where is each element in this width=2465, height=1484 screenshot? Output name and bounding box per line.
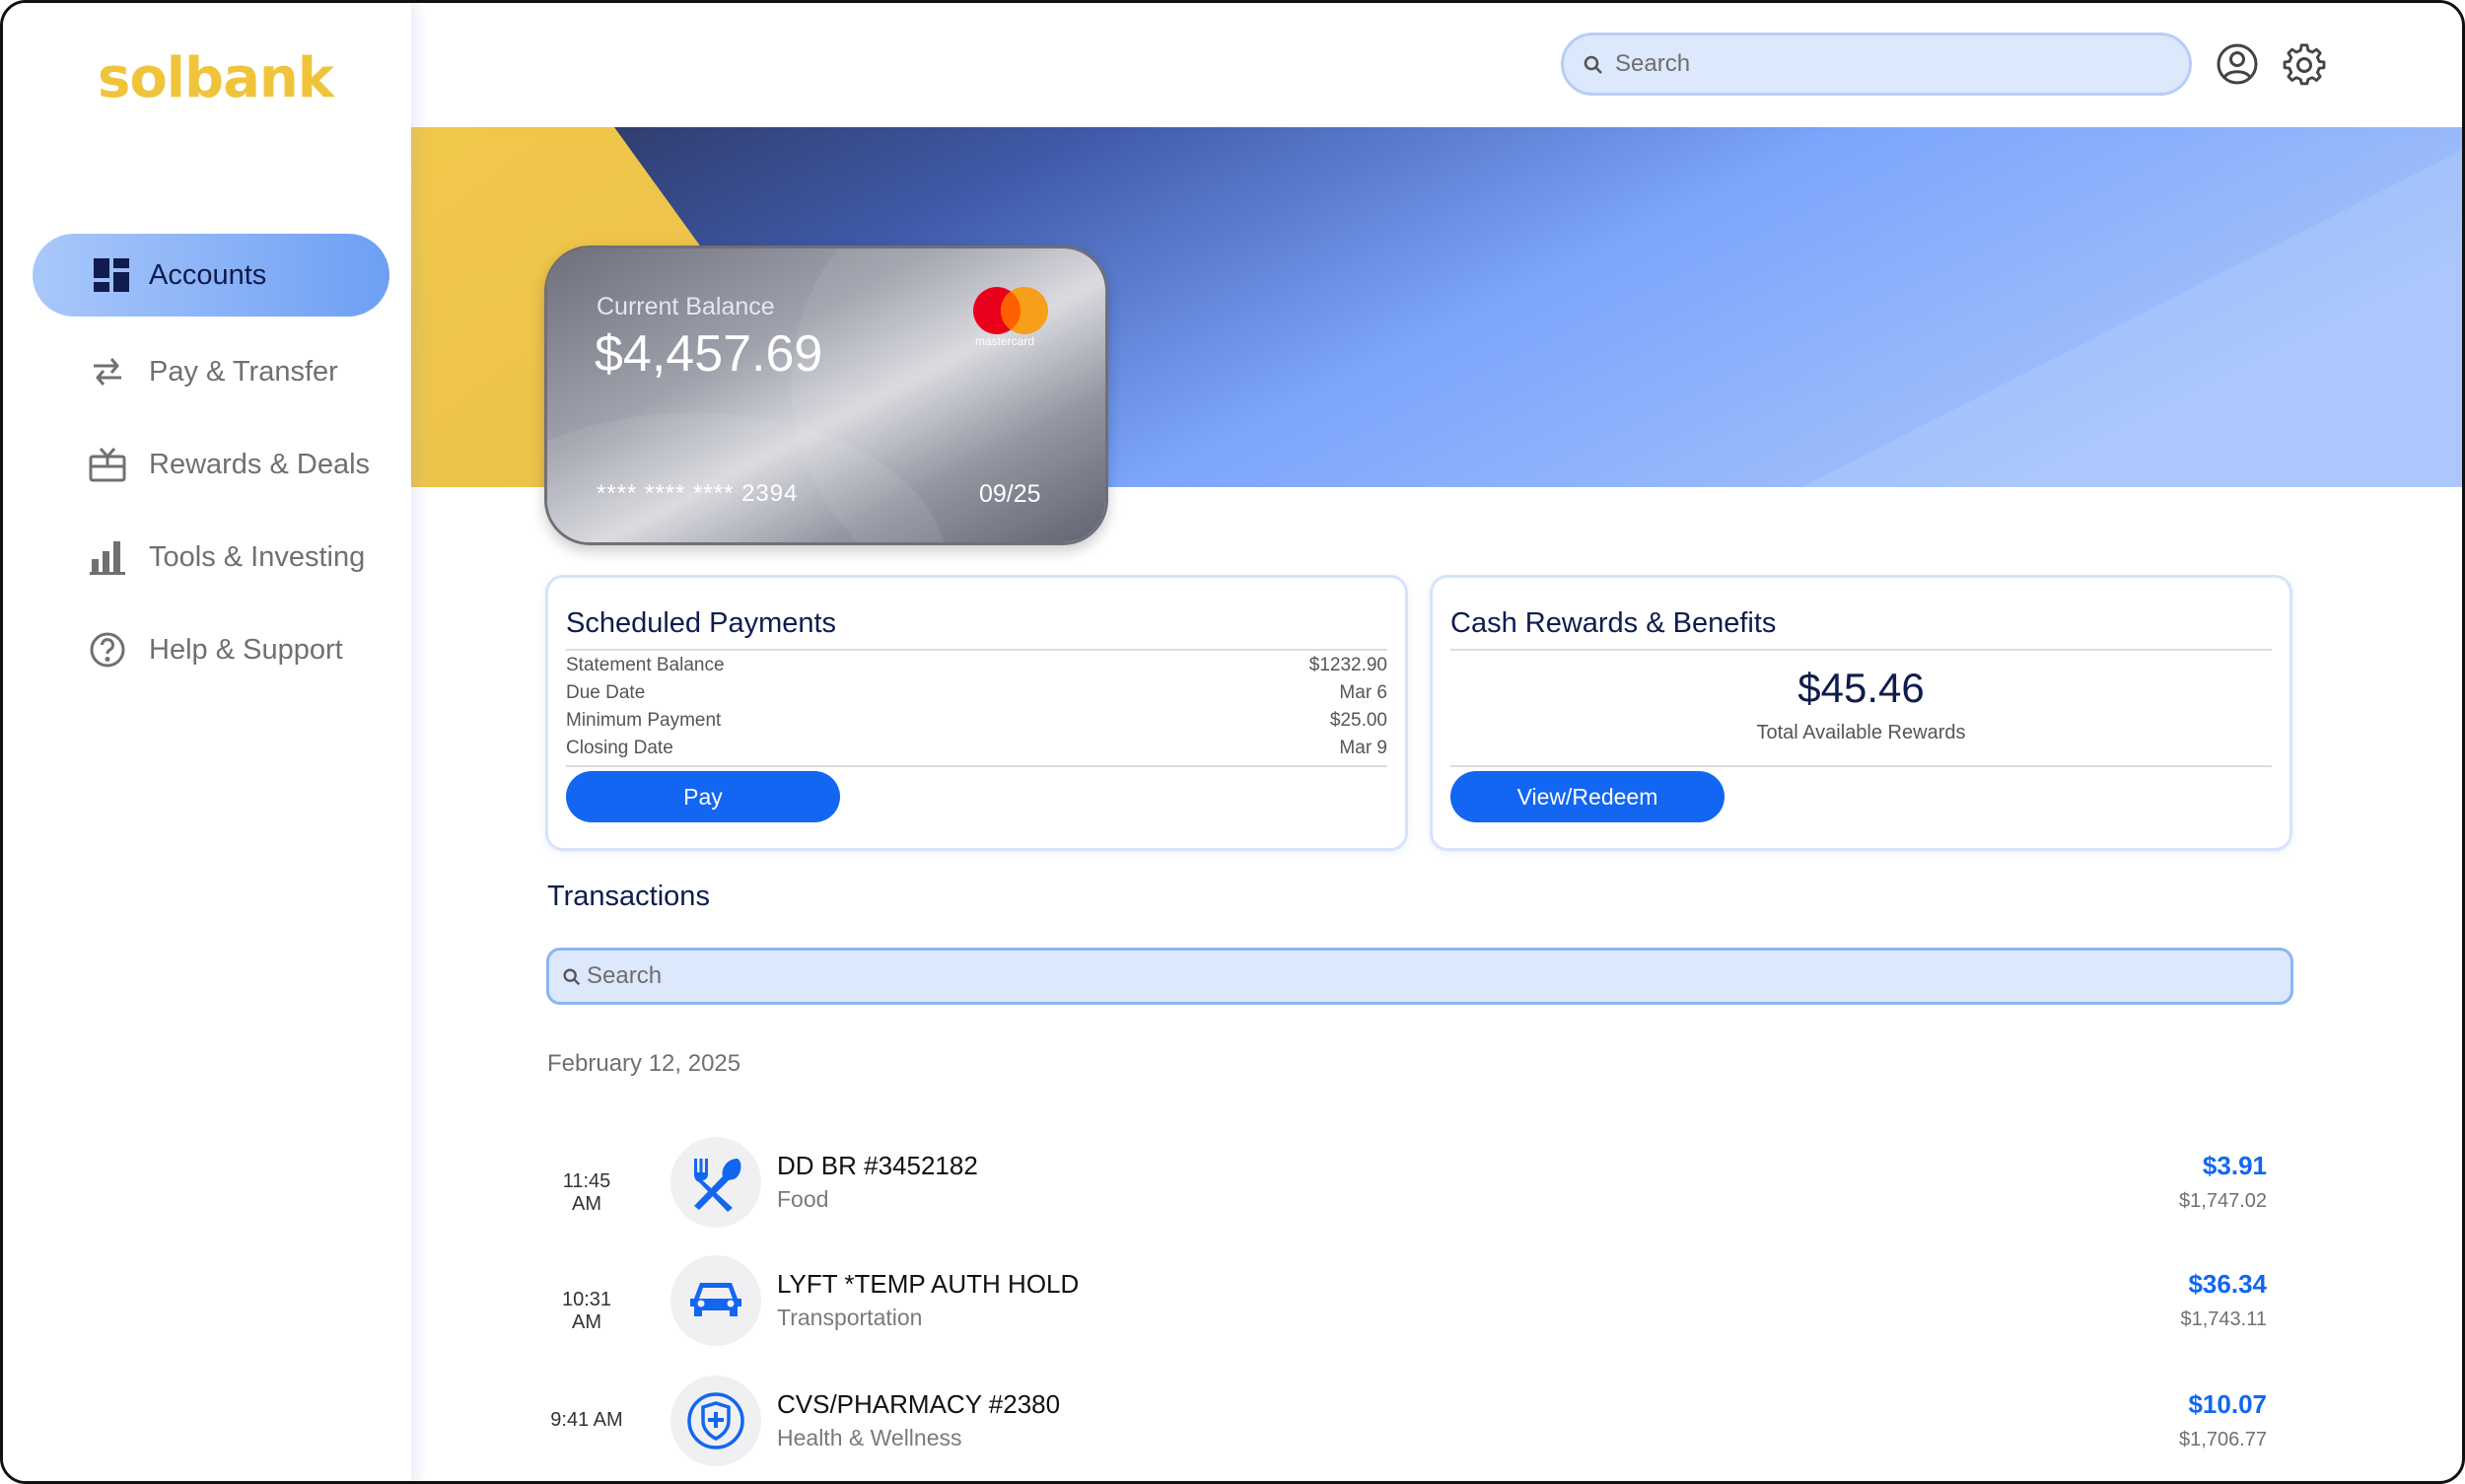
transaction-row[interactable]: 9:41 AM CVS/PHARMACY #2380 Health & Well… (535, 1372, 2281, 1470)
card-network-label: mastercard (975, 334, 1035, 348)
card-expiry: 09/25 (979, 480, 1041, 508)
card-number: **** **** **** 2394 (597, 480, 799, 507)
rewards-subtitle: Total Available Rewards (1756, 722, 1966, 743)
transaction-time: 11:45 AM (562, 1170, 611, 1215)
gear-icon[interactable] (2283, 42, 2326, 86)
transaction-running-balance: $1,747.02 (2179, 1190, 2267, 1212)
medical-shield-icon (670, 1376, 761, 1466)
divider (1450, 765, 2272, 767)
transactions-title: Transactions (547, 881, 710, 912)
transactions-search-input[interactable] (587, 956, 2263, 996)
divider (566, 765, 1387, 767)
transaction-row[interactable]: 11:45 AM DD BR #3452182 Food $3.91 $1,74… (535, 1133, 2281, 1232)
divider (1450, 649, 2272, 651)
transaction-row[interactable]: 10:31 AM LYFT *TEMP AUTH HOLD Transporta… (535, 1251, 2281, 1350)
transaction-category: Transportation (777, 1305, 923, 1330)
transaction-time: 9:41 AM (550, 1409, 623, 1431)
app-window: solbank Accounts Pay & Transfer Rewards … (0, 0, 2465, 1484)
transactions-date-header: February 12, 2025 (547, 1050, 741, 1077)
card-balance-value: $4,457.69 (595, 325, 823, 383)
closing-date-value: Mar 9 (1339, 738, 1387, 758)
transaction-amount: $3.91 (2202, 1151, 2267, 1180)
brand-logo: solbank (98, 46, 334, 110)
cash-rewards-panel: Cash Rewards & Benefits $45.46 Total Ava… (1430, 575, 2292, 851)
fork-spoon-icon (670, 1137, 761, 1228)
search-icon (563, 968, 581, 986)
transaction-time: 10:31 AM (561, 1289, 612, 1333)
gift-icon (89, 448, 126, 482)
transaction-merchant: DD BR #3452182 (777, 1151, 978, 1180)
bar-chart-icon (90, 541, 125, 575)
transaction-category: Food (777, 1186, 829, 1212)
search-input[interactable] (1615, 43, 2167, 85)
help-circle-icon (90, 632, 125, 668)
due-date-value: Mar 6 (1339, 682, 1387, 703)
rewards-amount: $45.46 (1797, 665, 1925, 711)
transaction-merchant: LYFT *TEMP AUTH HOLD (777, 1269, 1080, 1299)
transaction-running-balance: $1,743.11 (2180, 1308, 2268, 1330)
transaction-running-balance: $1,706.77 (2179, 1429, 2267, 1450)
sidebar: solbank Accounts Pay & Transfer Rewards … (3, 3, 411, 1481)
global-search[interactable] (1561, 33, 2192, 96)
user-circle-icon[interactable] (2216, 42, 2259, 86)
transfer-arrows-icon (94, 358, 121, 386)
car-icon (670, 1255, 761, 1346)
sidebar-item-label: Tools & Investing (149, 540, 366, 573)
transaction-merchant: CVS/PHARMACY #2380 (777, 1389, 1061, 1419)
sidebar-item-label: Pay & Transfer (149, 355, 338, 388)
sidebar-item-help-support[interactable]: Help & Support (33, 608, 389, 691)
divider (566, 649, 1387, 651)
statement-balance-value: $1232.90 (1308, 655, 1387, 675)
card-balance-label: Current Balance (597, 293, 775, 320)
search-icon (1584, 55, 1602, 74)
sidebar-item-label: Rewards & Deals (149, 448, 371, 480)
view-redeem-button[interactable]: View/Redeem (1450, 771, 1725, 822)
transaction-category: Health & Wellness (777, 1425, 962, 1450)
statement-balance-label: Statement Balance (566, 655, 725, 675)
transactions-search[interactable] (546, 948, 2293, 1005)
sidebar-item-label: Help & Support (149, 633, 343, 666)
pay-button[interactable]: Pay (566, 771, 840, 822)
sidebar-item-accounts[interactable]: Accounts (33, 234, 389, 317)
transaction-amount: $10.07 (2188, 1389, 2267, 1419)
sidebar-item-tools-investing[interactable]: Tools & Investing (33, 516, 389, 599)
dashboard-icon (94, 258, 129, 292)
panel-title: Cash Rewards & Benefits (1450, 607, 1777, 639)
sidebar-item-pay-transfer[interactable]: Pay & Transfer (33, 330, 389, 413)
minimum-payment-label: Minimum Payment (566, 710, 722, 731)
sidebar-item-rewards-deals[interactable]: Rewards & Deals (33, 423, 389, 506)
minimum-payment-value: $25.00 (1329, 710, 1387, 731)
scheduled-payments-panel: Scheduled Payments Statement Balance $12… (545, 575, 1408, 851)
closing-date-label: Closing Date (566, 738, 673, 758)
sidebar-item-label: Accounts (149, 258, 267, 291)
transaction-amount: $36.34 (2188, 1269, 2267, 1299)
due-date-label: Due Date (566, 682, 646, 703)
mastercard-logo (973, 287, 1048, 334)
panel-title: Scheduled Payments (566, 607, 837, 639)
